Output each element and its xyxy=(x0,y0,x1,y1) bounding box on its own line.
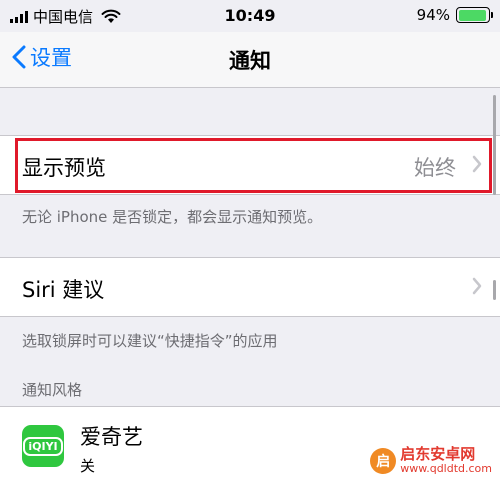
show-previews-label: 显示预览 xyxy=(22,156,106,180)
scrollbar-segment xyxy=(493,280,496,300)
notification-style-header: 通知风格 xyxy=(22,381,83,399)
app-name: 爱奇艺 xyxy=(80,425,143,449)
watermark-logo-icon: 启 xyxy=(370,447,397,474)
watermark: 启 启东安卓网 www.qdldtd.com xyxy=(370,446,492,475)
iqiyi-app-icon: iQIYI xyxy=(22,425,64,467)
battery-fill xyxy=(458,9,486,21)
show-previews-value: 始终 xyxy=(414,156,456,180)
battery-percent: 94% xyxy=(416,6,450,24)
back-label: 设置 xyxy=(30,46,72,70)
watermark-url: www.qdldtd.com xyxy=(400,462,492,475)
page-title: 通知 xyxy=(229,49,271,73)
navigation-bar: 设置 通知 xyxy=(0,32,500,88)
battery-group: 94% xyxy=(416,6,493,24)
previews-footer-note: 无论 iPhone 是否锁定，都会显示通知预览。 xyxy=(22,208,323,226)
watermark-title: 启东安卓网 xyxy=(400,445,476,463)
siri-suggestions-row[interactable]: Siri 建议 xyxy=(0,257,500,317)
chevron-right-icon xyxy=(472,277,482,295)
status-bar: 中国电信 10:49 94% xyxy=(0,0,500,32)
show-previews-row[interactable]: 显示预览 始终 xyxy=(0,135,500,195)
siri-suggestions-label: Siri 建议 xyxy=(22,278,105,302)
app-notification-status: 关 xyxy=(80,457,96,475)
back-chevron-icon xyxy=(12,45,26,69)
siri-footer-note: 选取锁屏时可以建议“快捷指令”的应用 xyxy=(22,332,278,350)
watermark-text: 启东安卓网 www.qdldtd.com xyxy=(400,446,492,475)
iqiyi-icon-text: iQIYI xyxy=(23,436,63,456)
battery-icon xyxy=(456,7,493,23)
back-button[interactable]: 设置 xyxy=(12,42,72,72)
chevron-right-icon xyxy=(472,155,482,173)
scrollbar[interactable] xyxy=(493,95,496,195)
